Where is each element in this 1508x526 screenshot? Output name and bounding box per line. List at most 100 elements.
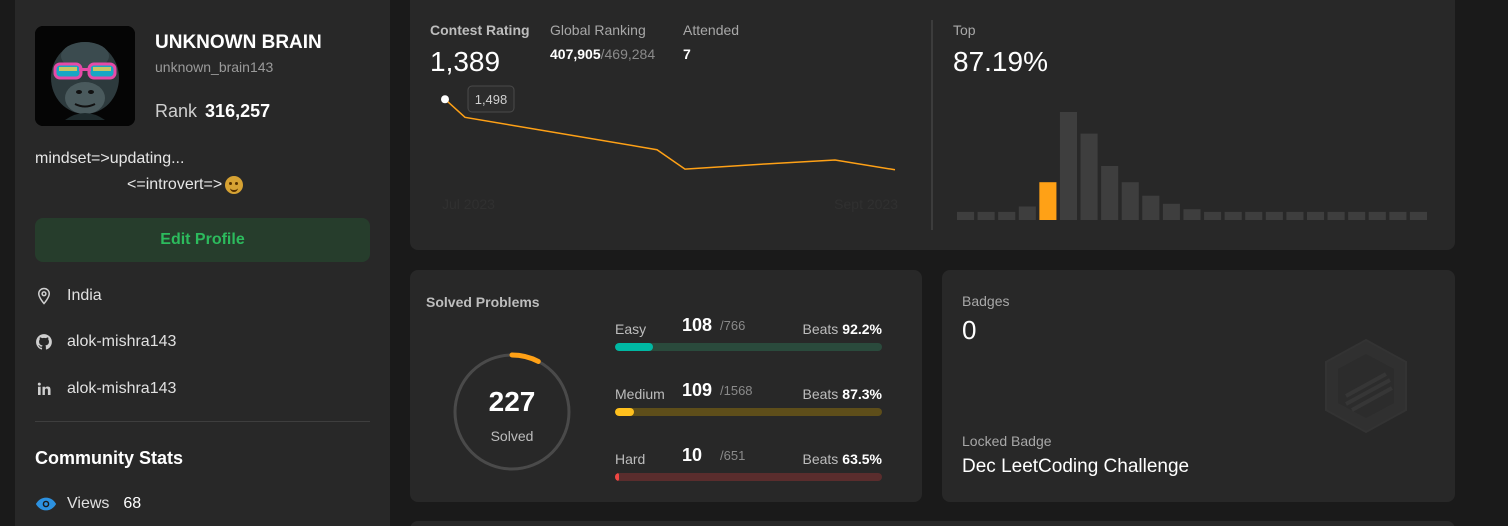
histogram-bar	[1306, 211, 1325, 220]
medium-beats: Beats 87.3%	[802, 386, 882, 402]
views-label: Views	[67, 495, 110, 512]
rank-label: Rank	[155, 101, 198, 121]
histogram-bar	[1286, 211, 1304, 220]
histogram-bar	[1265, 211, 1283, 220]
medium-beats-label: Beats	[802, 386, 839, 402]
histogram-bar	[1389, 211, 1407, 220]
location-text: India	[67, 287, 102, 304]
rating-line-chart[interactable]: 1,498 Jul 2023 Sept 2023	[435, 85, 905, 225]
contest-rating-value: 1,389	[430, 46, 501, 77]
histogram-bar	[1348, 211, 1366, 220]
hard-beats: Beats 63.5%	[802, 451, 882, 467]
views-value: 68	[123, 495, 142, 512]
contest-rating-card: Contest Rating 1,389 Global Ranking 407,…	[410, 0, 1455, 250]
difficulty-hard[interactable]: Hard 10 /651 Beats 63.5%	[615, 445, 882, 505]
github-row[interactable]: alok-mishra143	[35, 333, 176, 351]
easy-progress-fill	[615, 343, 653, 351]
solved-label: Solved	[490, 428, 534, 444]
histogram-bar	[977, 211, 995, 220]
global-ranking-number: 407,905	[550, 46, 601, 62]
medium-progress-bar	[615, 408, 882, 416]
smiley-emoji-icon	[225, 176, 244, 194]
location-row: India	[35, 287, 102, 305]
display-name: UNKNOWN BRAIN	[155, 32, 322, 53]
histogram-bar	[1101, 166, 1119, 220]
badges-card: Badges 0 Locked Badge Dec LeetCoding Cha…	[942, 270, 1455, 502]
top-percent-label: Top	[953, 22, 976, 38]
tooltip-value: 1,498	[475, 92, 508, 107]
rating-point	[441, 95, 449, 104]
global-ranking-value: 407,905/469,284	[550, 46, 655, 62]
next-section-card	[410, 521, 1455, 526]
divider	[35, 421, 370, 422]
solved-problems-card: Solved Problems 227 Solved Easy 108 /766…	[410, 270, 922, 502]
medium-progress-fill	[615, 408, 634, 416]
hard-count: 10	[682, 445, 703, 465]
vertical-divider	[931, 20, 933, 230]
medium-count: 109	[682, 380, 713, 400]
bio-line-1: mindset=>updating...	[35, 150, 185, 167]
github-icon	[36, 334, 52, 350]
histogram-bar	[1224, 211, 1242, 220]
histogram-bar	[1018, 206, 1036, 220]
ranking-histogram[interactable]	[955, 110, 1435, 220]
medium-beats-value: 87.3%	[842, 386, 882, 402]
histogram-bar	[1204, 211, 1222, 220]
histogram-bar	[1039, 182, 1057, 220]
global-ranking-total: /469,284	[600, 46, 656, 62]
edit-profile-button[interactable]: Edit Profile	[35, 218, 370, 262]
easy-total: /766	[720, 318, 746, 333]
easy-label: Easy	[615, 321, 647, 337]
linkedin-row[interactable]: alok-mishra143	[35, 380, 176, 398]
rank-value: 316,257	[205, 101, 271, 121]
hard-progress-fill	[615, 473, 620, 481]
histogram-bar	[1059, 112, 1078, 220]
x-tick-label: Jul 2023	[442, 196, 495, 212]
locked-badge-name: Dec LeetCoding Challenge	[962, 456, 1190, 477]
histogram-bar	[1327, 211, 1345, 220]
avatar[interactable]	[35, 26, 135, 126]
histogram-bar	[1142, 195, 1160, 220]
histogram-bar	[1162, 203, 1180, 220]
x-tick-label: Sept 2023	[834, 196, 898, 212]
easy-progress-bar	[615, 343, 882, 351]
community-stats-title: Community Stats	[35, 448, 184, 468]
easy-beats-label: Beats	[802, 321, 839, 337]
solved-problems-title: Solved Problems	[426, 294, 540, 310]
badges-count: 0	[962, 315, 977, 345]
username: unknown_brain143	[155, 59, 274, 75]
medium-total: /1568	[720, 383, 753, 398]
difficulty-easy[interactable]: Easy 108 /766 Beats 92.2%	[615, 315, 882, 375]
difficulty-medium[interactable]: Medium 109 /1568 Beats 87.3%	[615, 380, 882, 440]
global-ranking-label: Global Ranking	[550, 22, 646, 38]
attended-value: 7	[683, 46, 691, 62]
hard-label: Hard	[615, 451, 646, 467]
rank: Rank 316,257	[155, 101, 270, 122]
linkedin-link[interactable]: alok-mishra143	[67, 380, 176, 398]
rating-tooltip: 1,498	[467, 85, 515, 113]
hard-beats-value: 63.5%	[842, 451, 882, 467]
histogram-bar	[1368, 211, 1386, 220]
eye-icon	[35, 497, 57, 511]
gorilla-avatar-image	[35, 26, 135, 126]
easy-count: 108	[682, 315, 713, 335]
easy-beats-value: 92.2%	[842, 321, 882, 337]
contest-rating-label: Contest Rating	[430, 22, 530, 38]
histogram-bar	[1121, 182, 1139, 220]
top-percent-value: 87.19%	[953, 46, 1048, 77]
hard-total: /651	[720, 448, 746, 463]
badges-label: Badges	[962, 293, 1010, 309]
hard-progress-bar	[615, 473, 882, 481]
solved-count: 227	[488, 386, 536, 417]
medium-label: Medium	[615, 386, 665, 402]
github-link[interactable]: alok-mishra143	[67, 333, 176, 351]
histogram-bar	[1409, 211, 1427, 220]
views-stat: Views 68	[35, 495, 141, 513]
bio-line-2-text: <=introvert=>	[127, 176, 223, 193]
location-pin-icon	[37, 287, 51, 305]
locked-badge-icon[interactable]	[1322, 338, 1410, 434]
histogram-bar	[1080, 133, 1098, 220]
histogram-bar	[957, 211, 975, 220]
linkedin-icon	[37, 382, 51, 395]
attended-label: Attended	[683, 22, 740, 38]
